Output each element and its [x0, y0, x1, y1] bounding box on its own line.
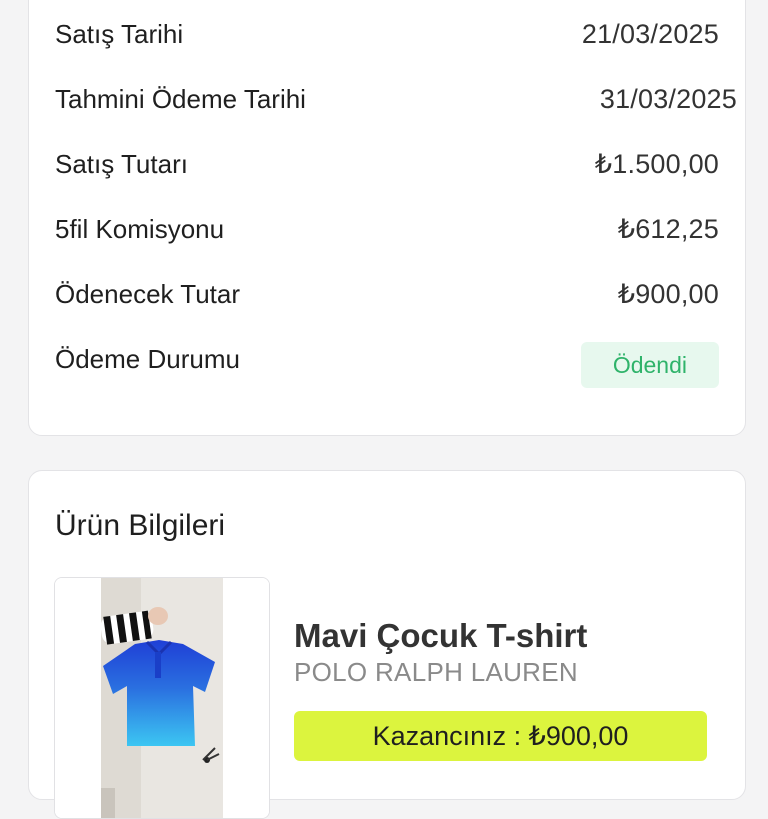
- payment-status-badge: Ödendi: [580, 342, 719, 388]
- payment-status-row: Ödeme Durumu Ödendi: [55, 339, 719, 399]
- commission-value: ₺612,25: [617, 213, 719, 244]
- payable-amount-row: Ödenecek Tutar ₺900,00: [55, 274, 719, 314]
- estimated-payment-date-row: Tahmini Ödeme Tarihi 31/03/2025: [55, 79, 737, 119]
- sale-amount-row: Satış Tutarı ₺1.500,00: [55, 144, 719, 184]
- sale-date-row: Satış Tarihi 21/03/2025: [55, 14, 719, 54]
- commission-label: 5fil Komisyonu: [55, 213, 225, 244]
- estimated-payment-date-label: Tahmini Ödeme Tarihi: [55, 83, 306, 114]
- product-photo-icon: [55, 578, 269, 818]
- estimated-payment-date-value: 31/03/2025: [599, 83, 737, 114]
- sale-amount-value: ₺1.500,00: [594, 148, 719, 179]
- sale-amount-label: Satış Tutarı: [55, 148, 188, 179]
- earnings-badge: Kazancınız : ₺900,00: [294, 711, 707, 761]
- commission-row: 5fil Komisyonu ₺612,25: [55, 209, 719, 249]
- product-info-title: Ürün Bilgileri: [55, 509, 226, 542]
- payable-amount-label: Ödenecek Tutar: [55, 278, 240, 309]
- sale-date-label: Satış Tarihi: [55, 18, 184, 49]
- payable-amount-value: ₺900,00: [617, 278, 719, 309]
- product-image[interactable]: [54, 577, 270, 819]
- product-brand: POLO RALPH LAUREN: [294, 657, 578, 687]
- product-info-card: Ürün Bilgileri Mavi Çocuk T-shirt POLO R…: [28, 470, 746, 819]
- payment-status-label: Ödeme Durumu: [55, 344, 240, 374]
- payment-summary-card: Satış Tarihi 21/03/2025 Tahmini Ödeme Ta…: [28, 0, 746, 436]
- product-name: Mavi Çocuk T-shirt: [294, 617, 588, 654]
- sale-date-value: 21/03/2025: [581, 18, 719, 49]
